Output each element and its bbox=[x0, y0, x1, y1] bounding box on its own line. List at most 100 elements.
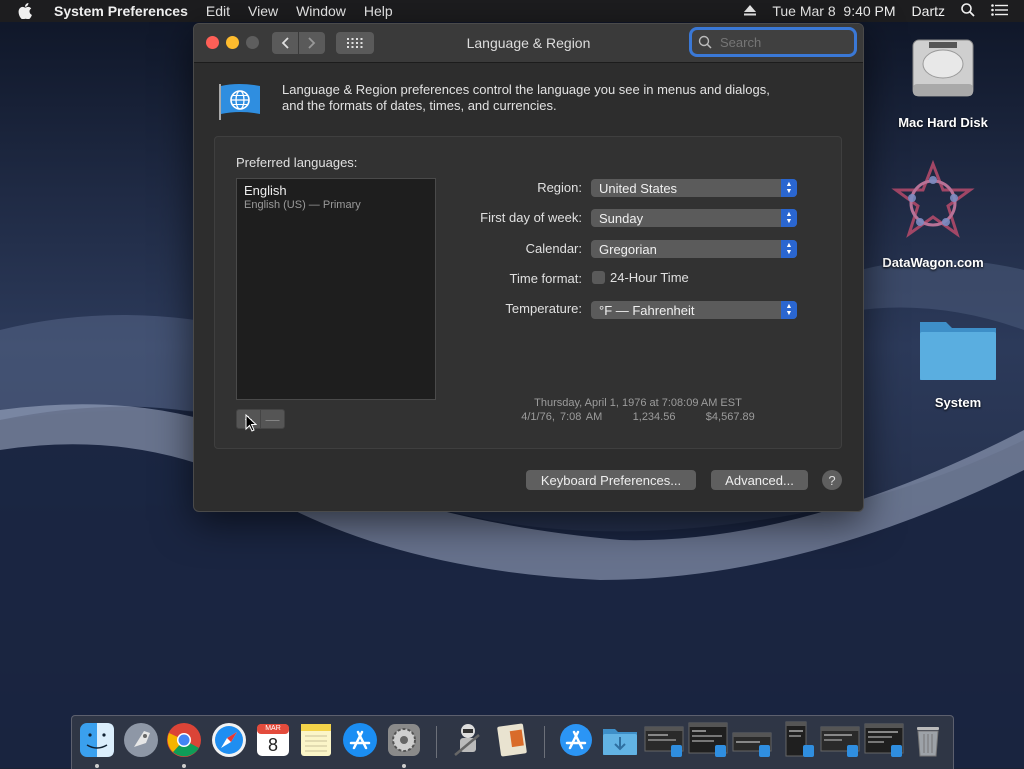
menu-help[interactable]: Help bbox=[364, 3, 393, 19]
temperature-value: °F — Fahrenheit bbox=[599, 302, 695, 318]
calendar-day: 8 bbox=[267, 735, 278, 755]
running-indicator bbox=[95, 764, 99, 768]
sample-date: Thursday, April 1, 1976 at 7:08:09 AM ES… bbox=[534, 397, 742, 409]
settings-panel: Preferred languages: English English (US… bbox=[214, 136, 842, 449]
region-popup[interactable]: United States ▲ ▼ bbox=[591, 179, 797, 197]
eject-icon[interactable] bbox=[744, 3, 757, 19]
region-value: United States bbox=[599, 180, 678, 196]
dock-window-4[interactable] bbox=[776, 721, 814, 759]
window-thumbnail-icon bbox=[688, 722, 728, 757]
user-menu[interactable]: Dartz bbox=[912, 3, 945, 19]
app-store-icon bbox=[343, 723, 377, 757]
window-thumbnail-icon bbox=[864, 723, 904, 757]
window-thumbnail-icon bbox=[820, 726, 860, 757]
menu-edit[interactable]: Edit bbox=[206, 3, 230, 19]
region-label: Region: bbox=[537, 180, 582, 195]
spotlight-icon[interactable] bbox=[961, 2, 975, 20]
search-input[interactable] bbox=[718, 33, 852, 51]
dock-automator[interactable] bbox=[449, 721, 487, 759]
popup-arrows-icon: ▲ ▼ bbox=[781, 240, 797, 258]
app-store-icon bbox=[560, 724, 592, 756]
search-field[interactable] bbox=[692, 30, 854, 54]
menu-bar: System Preferences Edit View Window Help… bbox=[0, 0, 1024, 22]
window-thumbnail-icon bbox=[732, 732, 772, 757]
dock-separator bbox=[436, 726, 437, 758]
menu-view[interactable]: View bbox=[248, 3, 278, 19]
calendar-value: Gregorian bbox=[599, 241, 657, 257]
menu-app-name[interactable]: System Preferences bbox=[54, 3, 188, 19]
running-indicator bbox=[182, 764, 186, 768]
first-day-label: First day of week: bbox=[480, 210, 582, 225]
dock-window-2[interactable] bbox=[688, 721, 728, 759]
first-day-popup[interactable]: Sunday ▲ ▼ bbox=[591, 209, 797, 227]
dock-app-store[interactable] bbox=[341, 721, 379, 759]
keyboard-preferences-button[interactable]: Keyboard Preferences... bbox=[526, 470, 696, 490]
window-titlebar[interactable]: Language & Region bbox=[194, 24, 863, 63]
dock-chrome[interactable] bbox=[165, 721, 203, 759]
chrome-icon bbox=[167, 723, 201, 757]
running-indicator bbox=[402, 764, 406, 768]
24-hour-time-checkbox[interactable] bbox=[592, 271, 605, 284]
menu-window[interactable]: Window bbox=[296, 3, 346, 19]
dock-finder[interactable] bbox=[78, 721, 116, 759]
dock-notes[interactable] bbox=[297, 721, 335, 759]
popup-arrows-icon: ▲ ▼ bbox=[781, 179, 797, 197]
dock-script-editor[interactable] bbox=[493, 721, 531, 759]
window-thumbnail-icon bbox=[644, 726, 684, 757]
language-detail: English (US) — Primary bbox=[244, 199, 361, 211]
popup-arrows-icon: ▲ ▼ bbox=[781, 301, 797, 319]
downloads-folder-icon bbox=[603, 729, 637, 755]
desktop-icon-label: Mac Hard Disk bbox=[898, 115, 988, 130]
desktop-icon-system[interactable]: System bbox=[898, 310, 1018, 410]
desktop-icon-label: DataWagon.com bbox=[882, 255, 984, 270]
help-button[interactable]: ? bbox=[822, 470, 842, 490]
notification-center-icon[interactable] bbox=[991, 3, 1008, 19]
calendar-label: Calendar: bbox=[525, 241, 582, 256]
dock: MAR 8 bbox=[71, 715, 954, 769]
search-icon bbox=[698, 35, 712, 49]
trash-icon bbox=[917, 727, 939, 757]
temperature-label: Temperature: bbox=[505, 301, 582, 316]
gear-icon bbox=[388, 724, 420, 756]
dock-system-preferences[interactable] bbox=[385, 721, 423, 759]
dock-separator bbox=[544, 726, 545, 758]
dock-trash[interactable] bbox=[909, 721, 947, 759]
hard-disk-icon bbox=[912, 39, 974, 97]
dock-window-3[interactable] bbox=[732, 721, 772, 759]
desktop-icon-label: System bbox=[934, 395, 982, 410]
language-region-window: Language & Region Language & Region pref… bbox=[193, 23, 864, 512]
folder-icon bbox=[920, 322, 996, 380]
mouse-cursor-icon bbox=[245, 414, 257, 432]
window-thumbnail-icon bbox=[785, 721, 814, 757]
sample-formats: 4/1/76, 7:08 AM 1,234.56 $4,567.89 bbox=[521, 411, 755, 423]
dock-window-6[interactable] bbox=[864, 721, 904, 759]
24-hour-time-label[interactable]: 24-Hour Time bbox=[610, 270, 689, 285]
preferred-languages-list[interactable]: English English (US) — Primary bbox=[236, 178, 436, 400]
desktop-icon-mac-hard-disk[interactable]: Mac Hard Disk bbox=[883, 30, 1003, 130]
finder-icon bbox=[80, 723, 114, 757]
clock[interactable]: Tue Mar 8 9:40 PM bbox=[772, 3, 895, 19]
dock-safari[interactable] bbox=[210, 721, 248, 759]
dock-downloads[interactable] bbox=[601, 721, 639, 759]
safari-compass-icon bbox=[212, 723, 246, 757]
notes-icon bbox=[301, 724, 331, 756]
time-format-label: Time format: bbox=[509, 271, 582, 286]
advanced-button[interactable]: Advanced... bbox=[711, 470, 808, 490]
dock-app-store-folder[interactable] bbox=[557, 721, 595, 759]
intro-line-1: Language & Region preferences control th… bbox=[282, 82, 770, 97]
dock-launchpad[interactable] bbox=[122, 721, 160, 759]
dock-calendar[interactable]: MAR 8 bbox=[254, 721, 292, 759]
dock-window-1[interactable] bbox=[644, 721, 684, 759]
temperature-popup[interactable]: °F — Fahrenheit ▲ ▼ bbox=[591, 301, 797, 319]
remove-language-button[interactable]: — bbox=[260, 409, 285, 429]
datawagon-logo-icon bbox=[891, 159, 975, 238]
apple-menu-icon[interactable] bbox=[18, 3, 38, 19]
calendar-month: MAR bbox=[265, 725, 281, 732]
dock-window-5[interactable] bbox=[820, 721, 860, 759]
launchpad-rocket-icon bbox=[124, 723, 158, 757]
desktop-icon-datawagon[interactable]: DataWagon.com bbox=[873, 159, 993, 270]
calendar-popup[interactable]: Gregorian ▲ ▼ bbox=[591, 240, 797, 258]
intro-text: Language & Region preferences control th… bbox=[282, 82, 822, 114]
intro-line-2: and the formats of dates, times, and cur… bbox=[282, 98, 557, 113]
first-day-value: Sunday bbox=[599, 210, 644, 226]
